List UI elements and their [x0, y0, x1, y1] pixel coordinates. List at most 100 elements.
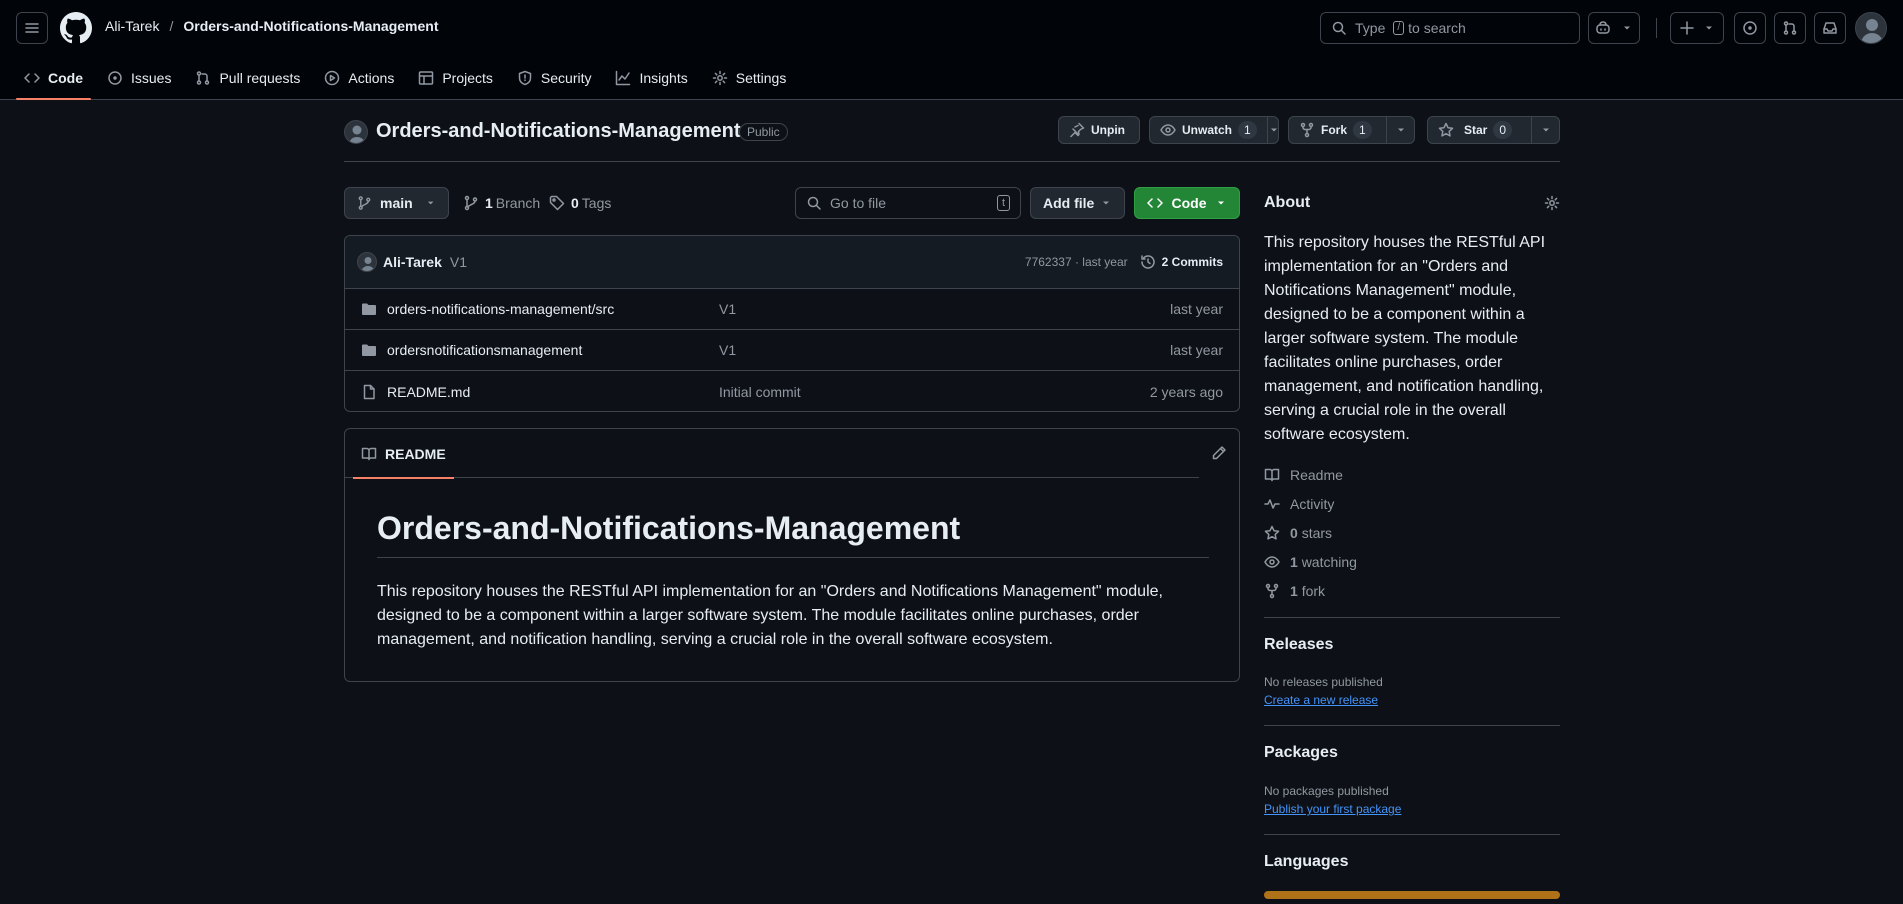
about-description: This repository houses the RESTful API i… [1264, 234, 1546, 443]
breadcrumb-separator: / [169, 18, 174, 34]
tag-icon [549, 195, 565, 211]
commit-sha-time[interactable]: 7762337 · last year [1025, 255, 1128, 269]
issues-button[interactable] [1734, 12, 1766, 44]
add-file-button[interactable]: Add file [1030, 187, 1125, 219]
tab-actions[interactable]: Actions [316, 56, 402, 100]
file-name[interactable]: ordersnotificationsmanagement [387, 342, 582, 358]
code-icon [24, 73, 40, 83]
watching-count: 1 [1290, 553, 1298, 570]
file-list: Ali-Tarek V1 7762337 · last year 2 Commi… [344, 235, 1240, 412]
tab-pull-requests[interactable]: Pull requests [187, 56, 308, 100]
repo-link[interactable]: Orders-and-Notifications-Management [183, 18, 438, 34]
breadcrumb: Ali-Tarek / Orders-and-Notifications-Man… [105, 18, 439, 34]
branches-link[interactable]: 1 Branch [463, 187, 540, 219]
fork-button[interactable]: Fork 1 [1288, 116, 1415, 144]
search-prefix: Type [1355, 20, 1386, 36]
repo-title[interactable]: Orders-and-Notifications-Management [376, 120, 740, 143]
header-top-row: Ali-Tarek / Orders-and-Notifications-Man… [0, 0, 1903, 56]
tab-settings[interactable]: Settings [704, 56, 795, 100]
tags-link[interactable]: 0 Tags [549, 187, 611, 219]
edit-readme-button[interactable] [1211, 445, 1227, 461]
file-commit-message[interactable]: V1 [719, 301, 736, 317]
commit-author[interactable]: Ali-Tarek [383, 254, 442, 270]
search-shortcut-key: / [1393, 21, 1405, 35]
file-row[interactable]: README.md Initial commit 2 years ago [345, 371, 1239, 411]
eye-icon [1264, 555, 1280, 568]
unpin-button[interactable]: Unpin [1058, 116, 1140, 144]
publish-package-link[interactable]: Publish your first package [1264, 802, 1401, 816]
create-new-button[interactable] [1670, 12, 1724, 44]
github-logo-icon[interactable] [60, 12, 92, 44]
code-button[interactable]: Code [1134, 187, 1240, 219]
file-row[interactable]: ordersnotificationsmanagement V1 last ye… [345, 330, 1239, 371]
branch-icon [464, 195, 478, 211]
go-to-file-input[interactable]: Go to file t [795, 187, 1021, 219]
unwatch-label: Unwatch [1182, 123, 1233, 137]
pull-requests-button[interactable] [1774, 12, 1806, 44]
about-links: Readme Activity 0 stars 1 watching 1 for… [1264, 460, 1357, 605]
copilot-button[interactable] [1588, 12, 1640, 44]
readme-tabs: README [345, 429, 1199, 479]
unwatch-button[interactable]: Unwatch 1 [1149, 116, 1279, 144]
readme-link[interactable]: Readme [1264, 460, 1357, 489]
branch-select[interactable]: main [344, 187, 449, 219]
menu-button[interactable] [16, 12, 48, 44]
commits-link[interactable]: 2 Commits [1140, 254, 1223, 270]
unwatch-dropdown[interactable] [1266, 117, 1280, 143]
inbox-button[interactable] [1814, 12, 1846, 44]
commit-message[interactable]: V1 [450, 254, 467, 270]
graph-icon [616, 70, 631, 86]
readme-tab[interactable]: README [353, 429, 454, 479]
create-release-link[interactable]: Create a new release [1264, 693, 1378, 707]
commit-author-avatar[interactable] [357, 252, 377, 272]
tab-security[interactable]: Security [509, 56, 600, 100]
readme-paragraph: This repository houses the RESTful API i… [377, 583, 1163, 648]
fork-dropdown[interactable] [1386, 117, 1414, 143]
branches-label: Branch [495, 195, 541, 211]
issue-icon [1743, 21, 1757, 35]
chevron-down-icon [1218, 201, 1224, 205]
star-button[interactable]: Star 0 [1427, 116, 1560, 144]
file-commit-message[interactable]: V1 [719, 342, 736, 358]
owner-link[interactable]: Ali-Tarek [105, 18, 159, 34]
activity-link[interactable]: Activity [1264, 489, 1357, 518]
forks-count: 1 [1290, 582, 1298, 599]
sidebar-divider [1264, 617, 1560, 618]
releases-title[interactable]: Releases [1264, 636, 1333, 654]
stars-link[interactable]: 0 stars [1264, 518, 1357, 547]
header-divider [1656, 18, 1657, 38]
forks-link[interactable]: 1 fork [1264, 576, 1357, 605]
tab-label: Settings [735, 70, 787, 86]
history-icon [1140, 255, 1155, 269]
star-dropdown[interactable] [1531, 117, 1559, 143]
readme-panel: README Orders-and-Notifications-Manageme… [344, 428, 1240, 682]
tab-label: Actions [348, 70, 395, 86]
packages-title[interactable]: Packages [1264, 744, 1338, 762]
book-icon [361, 447, 377, 460]
file-row[interactable]: orders-notifications-management/src V1 l… [345, 289, 1239, 330]
play-icon [325, 70, 340, 86]
forks-label: fork [1301, 582, 1326, 599]
tab-code[interactable]: Code [16, 56, 91, 100]
language-bar [1264, 891, 1560, 899]
file-name[interactable]: orders-notifications-management/src [387, 301, 614, 317]
hamburger-icon [25, 23, 39, 33]
file-commit-message[interactable]: Initial commit [719, 384, 801, 400]
star-label: Star [1464, 123, 1488, 137]
repo-owner-avatar [344, 120, 368, 144]
languages-title: Languages [1264, 853, 1349, 870]
file-name[interactable]: README.md [387, 384, 470, 400]
watching-link[interactable]: 1 watching [1264, 547, 1357, 576]
chevron-down-icon [1624, 26, 1630, 30]
user-avatar[interactable] [1855, 12, 1887, 44]
code-icon [1147, 198, 1163, 208]
avatar-image [1861, 19, 1883, 43]
search-input[interactable]: Type / to search [1320, 12, 1580, 44]
tab-projects[interactable]: Projects [410, 56, 501, 100]
folder-icon [362, 344, 376, 356]
gear-icon[interactable] [1544, 195, 1560, 211]
tab-insights[interactable]: Insights [607, 56, 695, 100]
chevron-down-icon [1397, 128, 1404, 132]
tab-issues[interactable]: Issues [99, 56, 179, 100]
chevron-down-icon [427, 201, 434, 205]
